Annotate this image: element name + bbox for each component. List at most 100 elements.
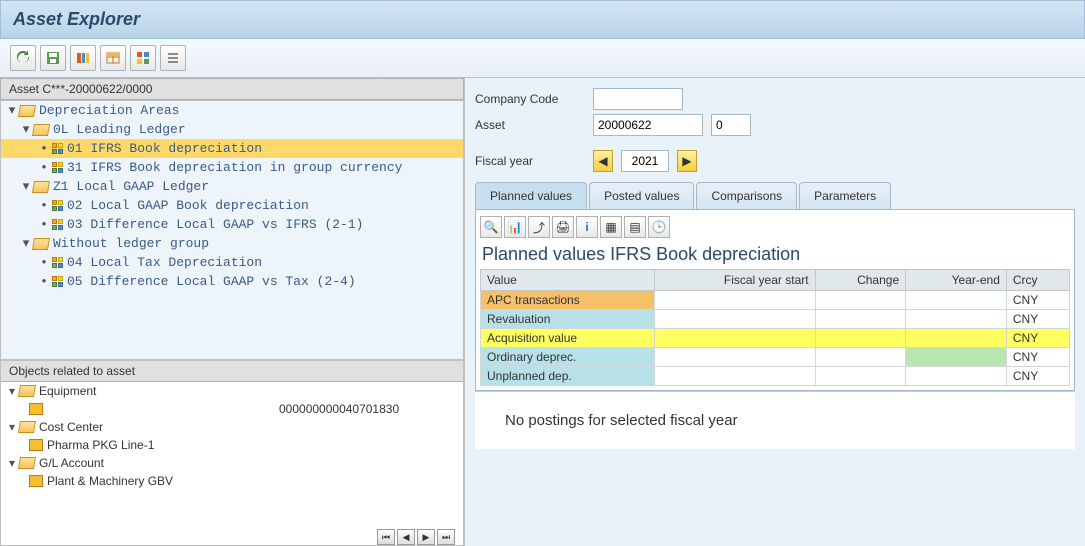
info-icon[interactable]: i — [576, 216, 598, 238]
grid-cell — [906, 310, 1007, 329]
grid-col-header[interactable]: Fiscal year start — [654, 270, 815, 291]
grid-cell — [654, 310, 815, 329]
tree-ledger[interactable]: ▾0L Leading Ledger — [1, 120, 463, 139]
folder-open-icon — [32, 124, 50, 136]
tree-area-item[interactable]: •03 Difference Local GAAP vs IFRS (2-1) — [1, 215, 463, 234]
tab-content: 🔍 📊 ⤴ 🖨 i ▦ ▤ 🕒 Planned values IFRS Book… — [475, 210, 1075, 391]
grid-cell-crcy: CNY — [1006, 367, 1069, 386]
grid-cell — [906, 291, 1007, 310]
grid-row-label: Acquisition value — [481, 329, 655, 348]
grid-col-header[interactable]: Value — [481, 270, 655, 291]
grid-cell — [815, 348, 906, 367]
grid-cell-crcy: CNY — [1006, 329, 1069, 348]
grid-row[interactable]: Acquisition value CNY — [481, 329, 1070, 348]
grid-row[interactable]: Unplanned dep. CNY — [481, 367, 1070, 386]
filter-icon[interactable]: ▤ — [624, 216, 646, 238]
grid-cell — [654, 329, 815, 348]
asset-label: Asset — [475, 118, 585, 132]
tree-area-item[interactable]: •02 Local GAAP Book depreciation — [1, 196, 463, 215]
grid-col-header[interactable]: Year-end — [906, 270, 1007, 291]
area-icon — [51, 143, 63, 155]
planned-values-grid[interactable]: ValueFiscal year startChangeYear-endCrcy… — [480, 269, 1070, 386]
grid-cell-crcy: CNY — [1006, 348, 1069, 367]
grid-cell-crcy: CNY — [1006, 310, 1069, 329]
list-icon[interactable] — [160, 45, 186, 71]
grid-icon[interactable] — [130, 45, 156, 71]
grid-cell — [654, 291, 815, 310]
area-icon — [51, 257, 63, 269]
doc-icon — [29, 403, 43, 415]
grid-cell — [815, 291, 906, 310]
columns-icon[interactable] — [70, 45, 96, 71]
object-folder[interactable]: ▾G/L Account — [1, 454, 463, 472]
area-icon — [51, 162, 63, 174]
tree-area-item[interactable]: •31 IFRS Book depreciation in group curr… — [1, 158, 463, 177]
folder-open-icon — [18, 457, 36, 469]
page-title: Asset Explorer — [0, 0, 1085, 39]
chart-icon[interactable]: 📊 — [504, 216, 526, 238]
tree-ledger[interactable]: ▾Without ledger group — [1, 234, 463, 253]
table-icon[interactable] — [100, 45, 126, 71]
tab-strip: Planned valuesPosted valuesComparisonsPa… — [475, 182, 1075, 210]
save-icon[interactable] — [40, 45, 66, 71]
tab-posted values[interactable]: Posted values — [589, 182, 694, 209]
tab-comparisons[interactable]: Comparisons — [696, 182, 797, 209]
object-folder[interactable]: ▾Equipment — [1, 382, 463, 400]
area-icon — [51, 219, 63, 231]
tab-parameters[interactable]: Parameters — [799, 182, 891, 209]
tree-header: Asset C***-20000622/0000 — [0, 78, 464, 100]
object-item[interactable]: Pharma PKG Line-1 — [1, 436, 463, 454]
company-code-label: Company Code — [475, 92, 585, 106]
grid-col-header[interactable]: Crcy — [1006, 270, 1069, 291]
folder-open-icon — [18, 385, 36, 397]
print-icon[interactable]: 🖨 — [552, 216, 574, 238]
grid-row-label: APC transactions — [481, 291, 655, 310]
grid-cell — [815, 310, 906, 329]
object-item[interactable]: 000000000040701830 — [1, 400, 463, 418]
grid-row[interactable]: Ordinary deprec. CNY — [481, 348, 1070, 367]
grid-cell — [815, 367, 906, 386]
grid-row-label: Unplanned dep. — [481, 367, 655, 386]
object-item[interactable]: Plant & Machinery GBV — [1, 472, 463, 490]
asset-sub-input[interactable] — [711, 114, 751, 136]
grid-toolbar: 🔍 📊 ⤴ 🖨 i ▦ ▤ 🕒 — [480, 214, 1070, 240]
depreciation-tree[interactable]: ▾Depreciation Areas▾0L Leading Ledger•01… — [0, 100, 464, 360]
object-folder[interactable]: ▾Cost Center — [1, 418, 463, 436]
tree-ledger[interactable]: ▾Z1 Local GAAP Ledger — [1, 177, 463, 196]
asset-input[interactable] — [593, 114, 703, 136]
fiscal-prev-icon[interactable]: ◀ — [593, 150, 613, 172]
grid-cell — [906, 329, 1007, 348]
tree-area-item[interactable]: •01 IFRS Book depreciation — [1, 139, 463, 158]
detail-icon[interactable]: 🔍 — [480, 216, 502, 238]
grid-row[interactable]: Revaluation CNY — [481, 310, 1070, 329]
folder-open-icon — [18, 105, 36, 117]
main-toolbar — [0, 39, 1085, 78]
postings-message: No postings for selected fiscal year — [475, 391, 1075, 449]
folder-open-icon — [18, 421, 36, 433]
tab-planned values[interactable]: Planned values — [475, 182, 587, 209]
clock-icon[interactable]: 🕒 — [648, 216, 670, 238]
folder-open-icon — [32, 238, 50, 250]
grid-cell — [906, 348, 1007, 367]
export-icon[interactable]: ⤴ — [528, 216, 550, 238]
grid-cell — [654, 367, 815, 386]
grid-cell-crcy: CNY — [1006, 291, 1069, 310]
grid-row-label: Ordinary deprec. — [481, 348, 655, 367]
layout-icon[interactable]: ▦ — [600, 216, 622, 238]
fiscal-next-icon[interactable]: ▶ — [677, 150, 697, 172]
grid-cell — [906, 367, 1007, 386]
fiscal-year-label: Fiscal year — [475, 154, 585, 168]
grid-row-label: Revaluation — [481, 310, 655, 329]
section-title: Planned values IFRS Book depreciation — [480, 240, 1070, 269]
company-code-input[interactable] — [593, 88, 683, 110]
tree-area-item[interactable]: •04 Local Tax Depreciation — [1, 253, 463, 272]
refresh-icon[interactable] — [10, 45, 36, 71]
grid-col-header[interactable]: Change — [815, 270, 906, 291]
area-icon — [51, 200, 63, 212]
tree-root[interactable]: ▾Depreciation Areas — [1, 101, 463, 120]
grid-row[interactable]: APC transactions CNY — [481, 291, 1070, 310]
grid-cell — [654, 348, 815, 367]
doc-icon — [29, 475, 43, 487]
fiscal-year-input[interactable] — [621, 150, 669, 172]
tree-area-item[interactable]: •05 Difference Local GAAP vs Tax (2-4) — [1, 272, 463, 291]
